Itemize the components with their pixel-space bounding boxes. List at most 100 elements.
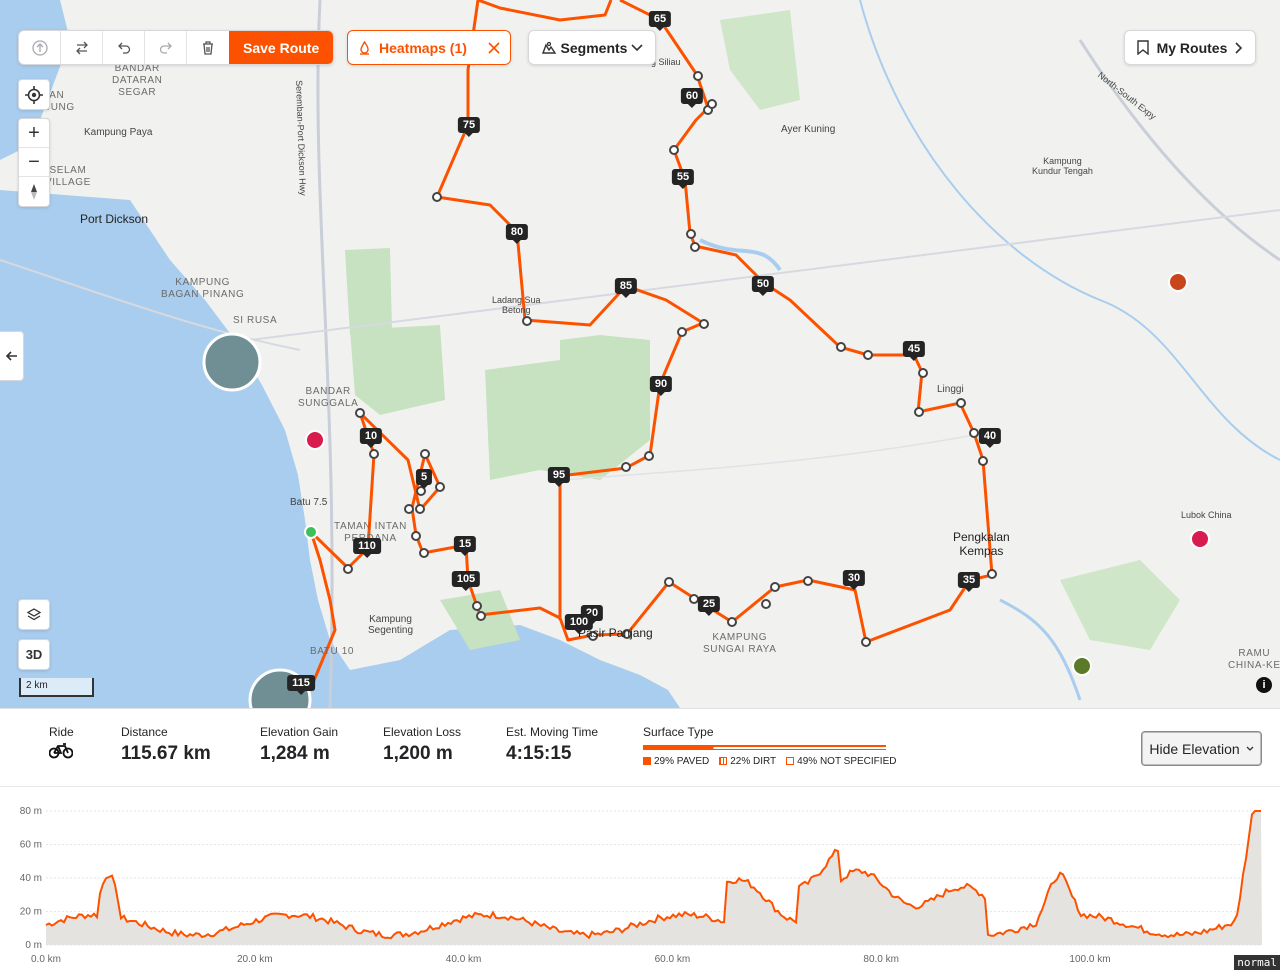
- redo-icon[interactable]: [145, 31, 187, 64]
- locate-control: [18, 79, 50, 110]
- label-ladang: Ladang Sua Betong: [492, 295, 541, 315]
- activity-type[interactable]: Ride: [48, 725, 74, 764]
- undo-icon[interactable]: [103, 31, 145, 64]
- elevation-gain-label: Elevation Gain: [260, 725, 339, 739]
- info-icon[interactable]: i: [1256, 677, 1272, 693]
- chevron-right-icon: [1235, 41, 1243, 54]
- km-marker: 15: [453, 536, 477, 556]
- label-ramuan-china: RAMU CHINA-KE: [1228, 648, 1280, 671]
- x-tick-label: 100.0 km: [1069, 954, 1110, 965]
- moving-time-stat: Est. Moving Time 4:15:15: [506, 725, 598, 765]
- heatmap-icon: [360, 40, 369, 55]
- moving-time-label: Est. Moving Time: [506, 725, 599, 739]
- zoom-out-icon[interactable]: −: [19, 148, 49, 177]
- reverse-icon[interactable]: [61, 31, 103, 64]
- upload-icon[interactable]: [19, 31, 61, 64]
- km-marker: 80: [505, 224, 529, 244]
- km-marker: 50: [751, 276, 775, 296]
- arrow-left-icon: [5, 351, 17, 361]
- km-marker: 10: [359, 428, 383, 448]
- y-tick-label: 80 m: [20, 806, 42, 817]
- my-routes-button[interactable]: My Routes: [1124, 30, 1256, 65]
- mode-tag: normal: [1234, 955, 1280, 970]
- save-route-button[interactable]: Save Route: [229, 31, 334, 64]
- label-kampung-sungai-raya: KAMPUNG SUNGAI RAYA: [703, 632, 777, 655]
- label-kampung-segenting: Kampung Segenting: [368, 614, 414, 636]
- label-ayer-kuning: Ayer Kuning: [781, 124, 836, 135]
- km-marker: 115: [287, 675, 315, 695]
- collapse-panel-button[interactable]: [0, 331, 24, 381]
- label-pengkalan-kempas: Pengkalan Kempas: [953, 530, 1010, 558]
- km-marker: 90: [649, 376, 673, 396]
- km-marker: 105: [451, 571, 481, 591]
- legend-paved: 29% PAVED: [643, 756, 709, 767]
- label-batu-75: Batu 7.5: [290, 497, 328, 508]
- hide-elevation-button[interactable]: Hide Elevation: [1141, 731, 1262, 766]
- segments-icon: [541, 41, 557, 54]
- compass-icon[interactable]: [19, 177, 49, 206]
- elevation-loss-value: 1,200 m: [383, 743, 453, 764]
- label-port-dickson: Port Dickson: [80, 212, 149, 226]
- x-tick-label: 60.0 km: [655, 954, 691, 965]
- km-marker: 60: [680, 88, 704, 108]
- km-marker: 55: [671, 169, 695, 189]
- moving-time-value: 4:15:15: [506, 743, 572, 764]
- 3d-button[interactable]: 3D: [19, 640, 49, 669]
- y-tick-label: 60 m: [20, 840, 42, 851]
- map-canvas: [0, 0, 1280, 708]
- route-toolbar: Save Route: [18, 30, 335, 65]
- distance-stat: Distance 115.67 km: [121, 725, 211, 765]
- km-marker: 100: [564, 614, 594, 634]
- label-kampung-paya: Kampung Paya: [84, 127, 153, 138]
- km-marker: 65: [648, 11, 672, 31]
- 3d-control: 3D: [18, 639, 50, 670]
- segments-dropdown[interactable]: Segments: [528, 30, 656, 65]
- layers-icon[interactable]: [19, 600, 49, 629]
- km-marker: 75: [457, 117, 481, 137]
- elevation-loss-label: Elevation Loss: [383, 725, 462, 739]
- close-icon[interactable]: [488, 41, 500, 54]
- km-marker: 25: [697, 596, 721, 616]
- hide-elevation-label: Hide Elevation: [1149, 740, 1240, 757]
- map-scale: 2 km: [19, 678, 94, 697]
- label-si-rusa: SI RUSA: [233, 315, 278, 326]
- km-marker: 45: [902, 341, 926, 361]
- surface-type-bar: [643, 745, 886, 750]
- layers-control: [18, 599, 50, 630]
- elevation-profile[interactable]: 80 m 60 m 40 m 20 m 0 m 0.0 km 20.0 km 40.0 km 6…: [0, 786, 1280, 970]
- y-tick-label: 40 m: [20, 873, 42, 884]
- heatmaps-button[interactable]: Heatmaps (1): [347, 30, 511, 65]
- y-tick-label: 0 m: [25, 940, 42, 951]
- km-marker: 30: [842, 570, 866, 590]
- zoom-control: + −: [18, 118, 50, 207]
- bike-icon: [48, 743, 74, 759]
- heatmaps-label: Heatmaps (1): [379, 39, 467, 56]
- legend-unspecified-label: 49% NOT SPECIFIED: [797, 756, 897, 767]
- km-marker: 35: [957, 572, 981, 592]
- legend-dirt: 22% DIRT: [719, 756, 776, 767]
- elevation-gain-value: 1,284 m: [260, 743, 330, 764]
- km-marker: 95: [547, 467, 571, 487]
- km-marker: 85: [614, 278, 638, 298]
- route-map[interactable]: Port Dickson Kampung Paya BANDAR DATARAN…: [0, 0, 1280, 708]
- label-kampung-kundur: Kampung Kundur Tengah: [1032, 156, 1093, 176]
- locate-icon[interactable]: [19, 80, 49, 109]
- legend-unspecified: 49% NOT SPECIFIED: [786, 756, 896, 767]
- trash-icon[interactable]: [187, 31, 229, 64]
- x-tick-label: 20.0 km: [237, 954, 273, 965]
- km-marker: 40: [978, 428, 1002, 448]
- y-tick-label: 20 m: [20, 907, 42, 918]
- label-bandar-sunggala: BANDAR SUNGGALA: [298, 386, 359, 409]
- x-tick-label: 80.0 km: [863, 954, 899, 965]
- chevron-down-icon: [631, 43, 643, 51]
- legend-dirt-label: 22% DIRT: [730, 756, 777, 767]
- zoom-in-icon[interactable]: +: [19, 119, 49, 148]
- my-routes-label: My Routes: [1156, 39, 1228, 56]
- x-tick-label: 0.0 km: [31, 954, 61, 965]
- elevation-chart: 80 m 60 m 40 m 20 m 0 m 0.0 km 20.0 km 40.0 km 6…: [20, 806, 1262, 965]
- km-marker: 5: [415, 469, 433, 489]
- surface-type-legend: 29% PAVED 22% DIRT 49% NOT SPECIFIED: [643, 756, 896, 767]
- km-marker: 110: [353, 538, 381, 558]
- distance-value: 115.67 km: [121, 743, 211, 764]
- bookmark-icon: [1137, 40, 1149, 55]
